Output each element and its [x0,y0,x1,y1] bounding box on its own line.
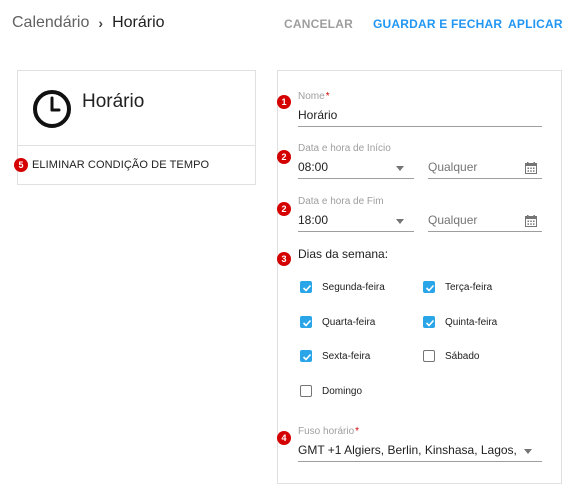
checkbox-label: Quinta-feira [445,317,498,328]
step-badge: 3 [277,252,291,266]
end-field-label: Data e hora de Fim [298,196,384,207]
checkbox-quarta-feira[interactable] [300,316,312,328]
checkbox-domingo[interactable] [300,385,312,397]
check-icon [302,284,312,292]
step-badge: 5 [14,158,28,172]
condition-summary-card: Horário 5 ELIMINAR CONDIÇÃO DE TEMPO [14,70,256,185]
step-badge: 2 [277,202,291,216]
check-icon [302,353,312,361]
step-badge: 1 [277,95,291,109]
end-date-input[interactable]: Qualquer [428,213,477,227]
remove-time-condition-button[interactable]: ELIMINAR CONDIÇÃO DE TEMPO [32,159,209,171]
checkbox-label: Terça-feira [445,282,493,293]
check-icon [302,319,312,327]
timezone-underline [298,461,542,462]
start-date-input[interactable]: Qualquer [428,160,477,174]
required-mark: * [325,91,330,102]
divider [18,145,255,146]
start-time-select[interactable]: 08:00 [298,160,328,174]
name-field-label: Nome* [298,91,330,102]
check-icon [425,319,435,327]
end-date-underline [428,231,542,232]
checkbox-quinta-feira[interactable] [423,316,435,328]
apply-button[interactable]: APLICAR [508,17,563,31]
checkbox-label: Segunda-feira [322,282,385,293]
calendar-icon[interactable] [525,215,537,227]
step-badge: 2 [277,150,291,164]
timezone-select[interactable]: GMT +1 Algiers, Berlin, Kinshasa, Lagos,… [298,443,520,457]
clock-icon [33,90,71,128]
condition-title: Horário [82,91,145,112]
breadcrumb: Calendário › Horário [12,14,165,32]
start-date-underline [428,178,542,179]
save-and-close-button[interactable]: GUARDAR E FECHAR [373,17,502,31]
chevron-down-icon[interactable] [524,449,532,454]
name-input-underline [298,126,542,127]
checkbox-segunda-feira[interactable] [300,281,312,293]
end-time-select[interactable]: 18:00 [298,213,328,227]
calendar-icon[interactable] [525,162,537,174]
chevron-down-icon[interactable] [396,219,404,224]
chevron-down-icon[interactable] [396,166,404,171]
name-input[interactable]: Horário [298,108,337,122]
checkbox-label: Domingo [322,386,363,397]
step-badge: 4 [277,431,291,445]
checkbox-label: Quarta-feira [322,317,376,328]
start-field-label: Data e hora de Início [298,143,391,154]
start-time-underline [298,178,414,179]
required-mark: * [355,426,360,437]
weekdays-title: Dias da semana: [298,247,389,261]
checkbox-label: Sábado [445,351,480,362]
checkbox-terca-feira[interactable] [423,281,435,293]
check-icon [425,284,435,292]
checkbox-sexta-feira[interactable] [300,350,312,362]
page-title: Horário [112,14,165,31]
timezone-label-text: Fuso horário [298,426,355,437]
breadcrumb-separator: › [98,15,104,31]
cancel-button[interactable]: CANCELAR [284,17,353,31]
checkbox-label: Sexta-feira [322,351,371,362]
timezone-field-label: Fuso horário* [298,426,359,437]
checkbox-sabado[interactable] [423,350,435,362]
breadcrumb-parent[interactable]: Calendário [12,14,89,32]
schedule-form-card: 1 Nome* Horário 2 Data e hora de Início … [277,70,562,484]
name-label-text: Nome [298,91,325,102]
end-time-underline [298,231,414,232]
